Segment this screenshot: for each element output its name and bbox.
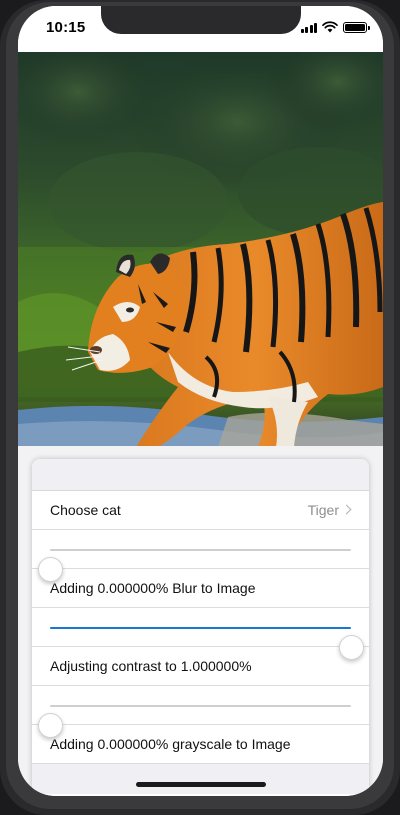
device-notch bbox=[101, 6, 301, 34]
card-footer bbox=[32, 764, 369, 794]
contrast-label: Adjusting contrast to 1.000000% bbox=[50, 658, 252, 674]
battery-icon bbox=[343, 21, 370, 33]
status-icons bbox=[300, 21, 370, 33]
blur-slider-row bbox=[32, 530, 369, 582]
status-time: 10:15 bbox=[46, 19, 86, 36]
contrast-slider-row bbox=[32, 608, 369, 660]
grayscale-label-row: Adding 0.000000% grayscale to Image bbox=[32, 725, 369, 764]
blur-label-row: Adding 0.000000% Blur to Image bbox=[32, 569, 369, 608]
chevron-right-icon bbox=[341, 504, 352, 515]
choose-cat-row[interactable]: Choose cat Tiger bbox=[32, 491, 369, 530]
contrast-label-row: Adjusting contrast to 1.000000% bbox=[32, 647, 369, 686]
grayscale-label: Adding 0.000000% grayscale to Image bbox=[50, 736, 291, 752]
contrast-slider-fill bbox=[50, 627, 351, 629]
home-indicator bbox=[136, 782, 266, 787]
settings-card: Choose cat Tiger Adding 0.000000% Blur t… bbox=[32, 459, 369, 796]
contrast-slider[interactable] bbox=[50, 627, 364, 660]
wifi-icon bbox=[322, 21, 338, 33]
blur-label: Adding 0.000000% Blur to Image bbox=[50, 580, 256, 596]
choose-cat-label: Choose cat bbox=[50, 502, 121, 518]
tiger-photo bbox=[18, 52, 383, 447]
card-header bbox=[32, 459, 369, 491]
app-screen: 10:15 Choose cat Tiger Adding 0.000000% … bbox=[18, 6, 383, 796]
blur-slider[interactable] bbox=[38, 549, 351, 582]
grayscale-slider-row bbox=[32, 686, 369, 738]
grayscale-slider[interactable] bbox=[38, 705, 351, 738]
signal-icon bbox=[300, 22, 317, 33]
choose-cat-value: Tiger bbox=[307, 502, 339, 518]
